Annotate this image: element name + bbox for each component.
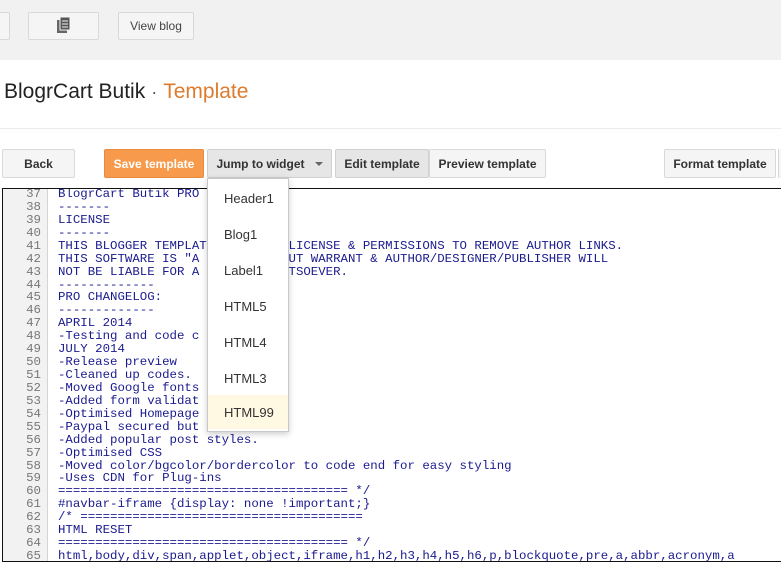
line-number: 55 <box>26 419 41 434</box>
code-editor[interactable]: 37 BlogrCart Butik PRO 38 ------- 39 LICENSE 4… <box>2 188 781 562</box>
edit-template-button[interactable]: Edit template <box>335 149 429 178</box>
line-number: 38 <box>26 199 41 214</box>
line-number: 52 <box>26 380 41 395</box>
line-number: 54 <box>26 406 41 421</box>
dropdown-item-blog1[interactable]: Blog1 <box>208 217 288 251</box>
title-separator: · <box>151 82 158 102</box>
code-text: NOT BE LIABLE FOR A ATSOEVER. <box>58 264 348 279</box>
line-number: 40 <box>26 225 41 240</box>
line-number: 43 <box>26 264 41 279</box>
dropdown-item-header1[interactable]: Header1 <box>208 181 288 215</box>
jump-to-widget-label: Jump to widget <box>216 156 305 171</box>
code-text: -Moved Google fonts <box>58 380 200 395</box>
dropdown-item-html4[interactable]: HTML4 <box>208 325 288 359</box>
line-number: 41 <box>26 238 41 253</box>
chevron-down-icon <box>314 161 323 166</box>
line-number: 57 <box>26 445 41 460</box>
line-number: 53 <box>26 393 41 408</box>
header-divider <box>0 128 781 129</box>
blog-name: BlogrCart Butik <box>4 80 146 103</box>
code-text: -Paypal secured but <box>58 419 200 434</box>
code-text: THIS BLOGGER TEMPLATE LICENSE & PERMISSI… <box>58 238 624 253</box>
widget-dropdown-menu: Header1 Blog1 Label1 HTML5 HTML4 HTML3 H… <box>207 178 289 432</box>
format-template-button[interactable]: Format template <box>664 149 776 178</box>
code-text: -Added popular post styles. <box>58 432 259 447</box>
section-name: Template <box>163 80 249 103</box>
back-button[interactable]: Back <box>2 149 75 178</box>
top-bar: View blog <box>0 0 781 60</box>
page-title: BlogrCart Butik · Template <box>4 80 248 104</box>
pages-button[interactable] <box>28 12 99 40</box>
jump-to-widget-button[interactable]: Jump to widget <box>207 149 332 178</box>
code-text: html,body,div,span,applet,object,iframe,… <box>58 549 735 562</box>
line-number: 42 <box>26 251 41 266</box>
code-text: ------- <box>58 199 111 214</box>
save-template-button[interactable]: Save template <box>104 149 204 178</box>
code-text: -Optimised CSS <box>58 445 163 460</box>
code-text: -Added form validat <box>58 393 200 408</box>
code-text: -Optimised Homepage <box>58 406 200 421</box>
dropdown-item-html3[interactable]: HTML3 <box>208 361 288 395</box>
line-number: 56 <box>26 432 41 447</box>
dropdown-item-html5[interactable]: HTML5 <box>208 289 288 323</box>
view-blog-button[interactable]: View blog <box>118 12 194 40</box>
line-number: 39 <box>26 212 41 227</box>
dropdown-item-label1[interactable]: Label1 <box>208 253 288 287</box>
dropdown-item-html99[interactable]: HTML99 <box>208 395 288 429</box>
left-partial-button[interactable] <box>0 12 10 40</box>
line-number: 65 <box>26 549 41 562</box>
preview-template-button[interactable]: Preview template <box>429 149 546 178</box>
code-text: THIS SOFTWARE IS "A OUT WARRANT & AUTHOR… <box>58 251 609 266</box>
pages-icon <box>56 16 72 37</box>
code-text: ------- <box>58 225 111 240</box>
code-text: LICENSE <box>58 212 111 227</box>
